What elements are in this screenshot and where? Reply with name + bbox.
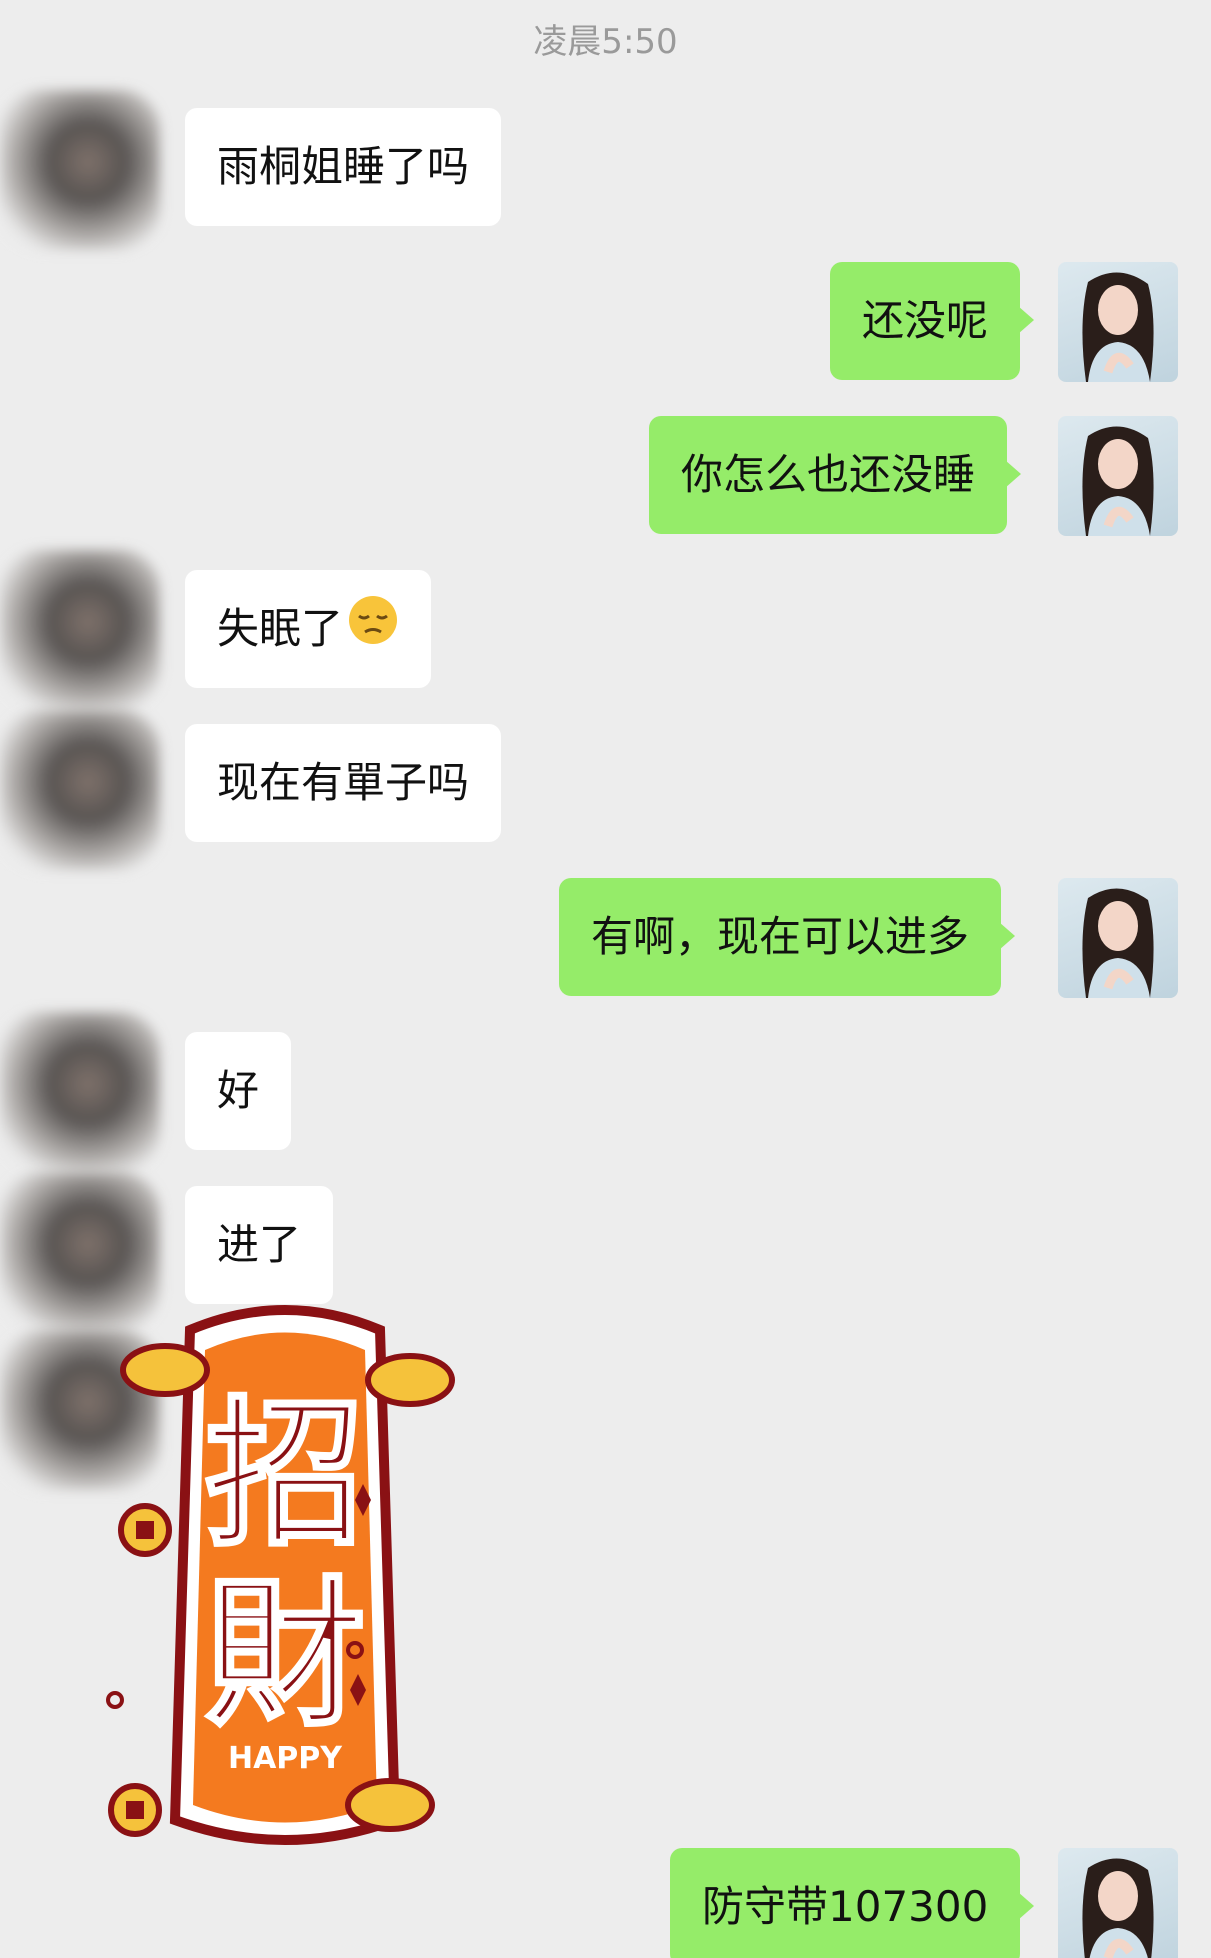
sticker-char-1: 招 — [205, 1381, 365, 1568]
message-text: 有啊，现在可以进多 — [591, 912, 970, 961]
pensive-face-icon — [347, 573, 399, 691]
message-text: 防守带107300 — [702, 1882, 989, 1931]
my-avatar[interactable] — [1058, 1848, 1178, 1958]
contact-avatar[interactable] — [0, 710, 160, 870]
zhaocai-sticker[interactable]: 招 財 HAPPY — [95, 1300, 475, 1860]
my-avatar[interactable] — [1058, 262, 1178, 382]
message-text: 还没呢 — [862, 296, 989, 345]
message-text: 雨桐姐睡了吗 — [217, 142, 470, 191]
sticker-char-2: 財 — [205, 1561, 365, 1748]
my-avatar[interactable] — [1058, 878, 1178, 998]
message-bubble-incoming[interactable]: 进了 — [185, 1186, 334, 1304]
message-bubble-incoming[interactable]: 现在有單子吗 — [185, 724, 502, 842]
sticker-happy-text: HAPPY — [228, 1741, 343, 1776]
contact-avatar[interactable] — [0, 550, 160, 710]
message-text: 你怎么也还没睡 — [681, 450, 976, 499]
message-text: 进了 — [217, 1220, 302, 1269]
my-avatar[interactable] — [1058, 416, 1178, 536]
contact-avatar[interactable] — [0, 1012, 160, 1172]
message-text: 好 — [217, 1066, 260, 1115]
message-text: 现在有單子吗 — [217, 758, 470, 807]
message-bubble-incoming[interactable]: 雨桐姐睡了吗 — [185, 108, 502, 226]
message-text: 失眠了 — [217, 604, 344, 653]
message-bubble-incoming[interactable]: 好 — [185, 1032, 292, 1150]
message-bubble-outgoing[interactable]: 你怎么也还没睡 — [649, 416, 1022, 534]
message-bubble-outgoing[interactable]: 还没呢 — [830, 262, 1035, 380]
message-bubble-incoming[interactable]: 失眠了 — [185, 570, 432, 691]
contact-avatar[interactable] — [0, 90, 160, 250]
message-bubble-outgoing[interactable]: 防守带107300 — [670, 1848, 1035, 1958]
message-timestamp: 凌晨5:50 — [533, 22, 678, 62]
message-bubble-outgoing[interactable]: 有啊，现在可以进多 — [559, 878, 1016, 996]
